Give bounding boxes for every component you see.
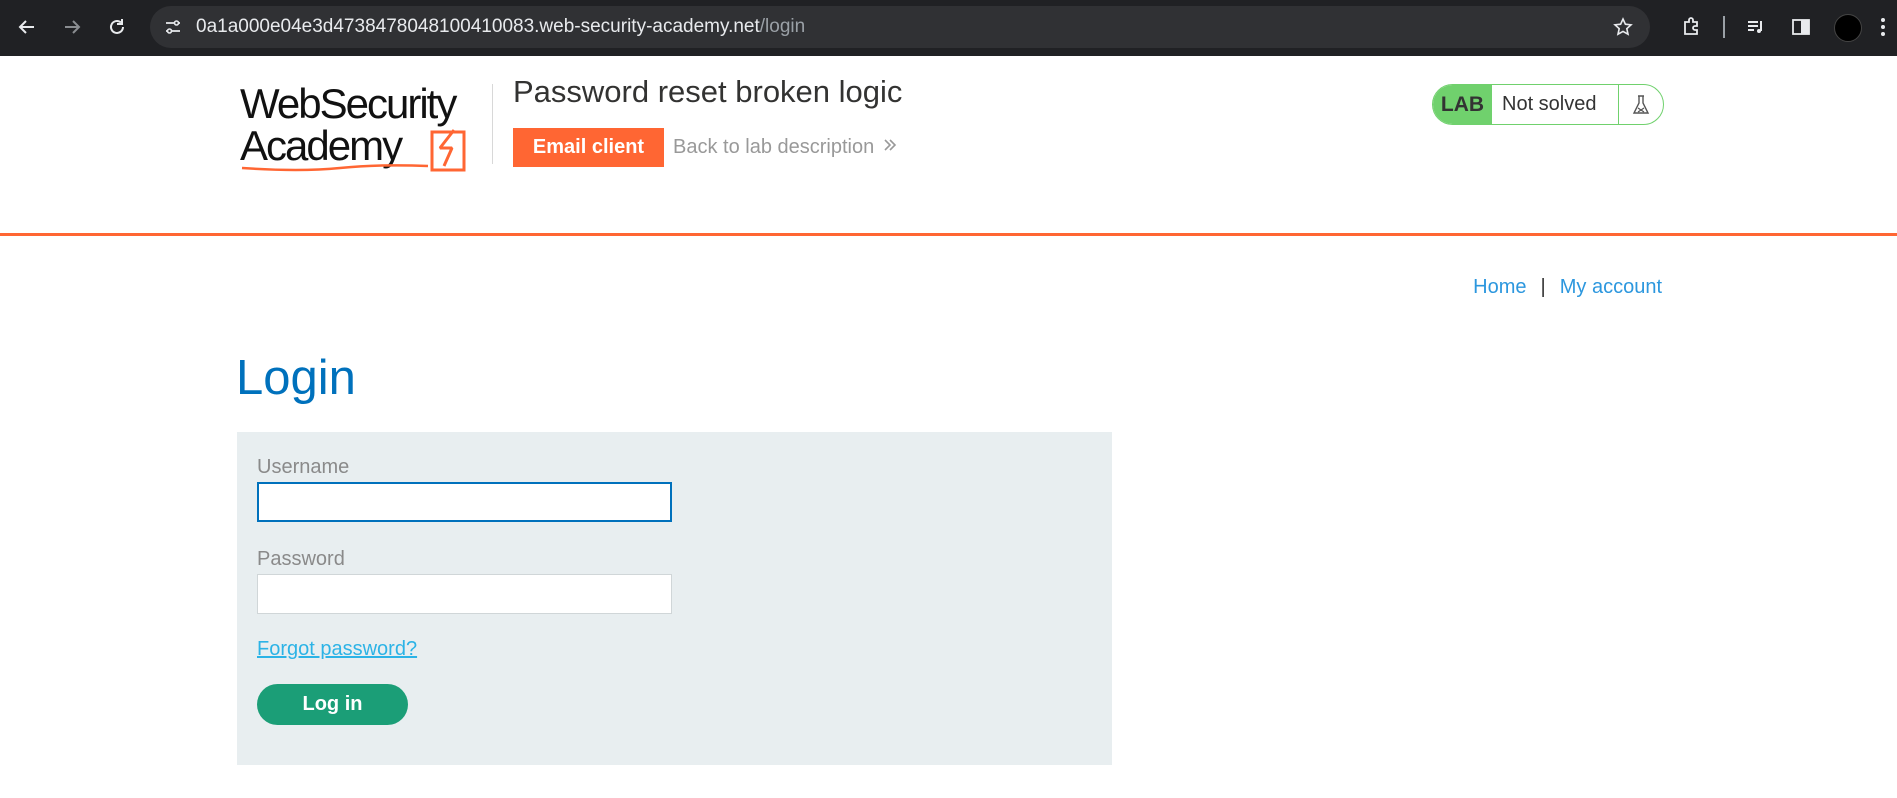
page-title: Login: [236, 351, 356, 405]
top-nav: Home | My account: [1473, 276, 1662, 299]
web-security-academy-logo[interactable]: WebSecurity Academy: [240, 80, 490, 174]
svg-text:WebSecurity: WebSecurity: [240, 82, 457, 127]
home-link[interactable]: Home: [1473, 276, 1526, 299]
lab-title: Password reset broken logic: [513, 74, 903, 109]
double-chevron-right-icon: [882, 136, 898, 159]
url-text: 0a1a000e04e3d4738478048100410083.web-sec…: [196, 16, 805, 38]
lab-status-badge: LAB Not solved: [1432, 84, 1664, 125]
reload-icon[interactable]: [100, 10, 134, 44]
bookmark-star-icon[interactable]: [1610, 14, 1636, 40]
header-rule: [0, 233, 1897, 236]
forward-arrow-icon[interactable]: [55, 10, 89, 44]
flask-icon: [1618, 85, 1663, 124]
login-form: Username Password Forgot password? Log i…: [237, 432, 1112, 765]
side-panel-icon[interactable]: [1786, 12, 1816, 42]
password-input[interactable]: [257, 574, 672, 614]
password-label: Password: [257, 548, 345, 570]
nav-separator: |: [1540, 276, 1546, 298]
svg-text:Academy: Academy: [240, 122, 403, 169]
log-in-button[interactable]: Log in: [257, 684, 408, 725]
back-to-lab-link[interactable]: Back to lab description: [673, 136, 898, 159]
toolbar-separator: [1723, 16, 1725, 38]
lab-status-text: Not solved: [1502, 93, 1597, 115]
my-account-link[interactable]: My account: [1560, 276, 1662, 299]
browser-toolbar: 0a1a000e04e3d4738478048100410083.web-sec…: [0, 0, 1897, 56]
username-label: Username: [257, 456, 350, 478]
email-client-button[interactable]: Email client: [513, 128, 664, 167]
address-bar[interactable]: 0a1a000e04e3d4738478048100410083.web-sec…: [150, 6, 1650, 48]
forgot-password-link[interactable]: Forgot password?: [257, 638, 417, 661]
username-input[interactable]: [257, 482, 672, 522]
url-path: /login: [759, 16, 806, 37]
url-host: 0a1a000e04e3d4738478048100410083.web-sec…: [196, 16, 760, 37]
lab-badge-label: LAB: [1433, 85, 1492, 124]
back-to-lab-label: Back to lab description: [673, 136, 875, 158]
extensions-icon[interactable]: [1677, 12, 1707, 42]
profile-avatar[interactable]: [1834, 14, 1862, 42]
header-divider: [492, 84, 493, 164]
site-info-icon[interactable]: [158, 12, 188, 42]
menu-kebab-icon[interactable]: [1868, 12, 1897, 42]
back-arrow-icon[interactable]: [10, 10, 44, 44]
media-controls-icon[interactable]: [1741, 12, 1771, 42]
